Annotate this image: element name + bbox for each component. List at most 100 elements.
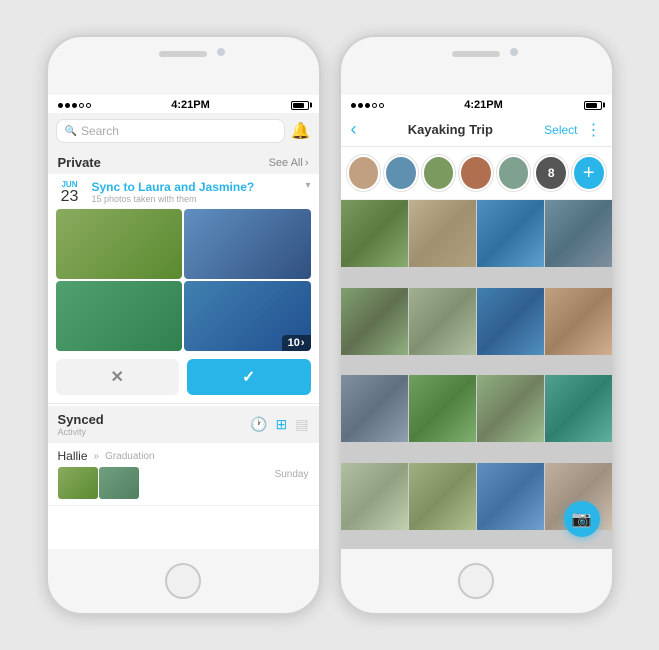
photo-cell-2-1[interactable] — [341, 200, 408, 267]
signal-dots-2 — [351, 103, 384, 108]
phone-2: 4:21PM ‹ Kayaking Trip Select ⋮ — [339, 35, 614, 615]
camera — [217, 48, 225, 56]
photo-cell-2-12[interactable] — [545, 375, 612, 442]
search-placeholder: Search — [81, 124, 119, 138]
photo-cell-2-13[interactable] — [341, 463, 408, 530]
nav-bar: ‹ Kayaking Trip Select ⋮ — [341, 113, 612, 147]
dot4b — [372, 103, 377, 108]
search-icon: 🔍 — [65, 126, 77, 137]
search-bar: 🔍 Search 🔔 — [48, 113, 319, 149]
notification-bell-icon[interactable]: 🔔 — [291, 121, 311, 141]
battery-fill — [293, 103, 305, 108]
activity-name: Hallie — [58, 449, 88, 463]
dot1b — [351, 103, 356, 108]
synced-icons: 🕐 ⊞ ▤ — [250, 416, 308, 433]
status-bar: 4:21PM — [48, 95, 319, 113]
photo-cell-2-6[interactable] — [409, 288, 476, 355]
more-button[interactable]: ⋮ — [586, 120, 602, 140]
activity-info: Hallie » Graduation — [58, 449, 275, 499]
see-all-button[interactable]: See All › — [269, 157, 309, 169]
private-section-header: Private See All › — [48, 149, 319, 174]
confirm-icon: ✓ — [242, 367, 255, 387]
dropdown-arrow-icon[interactable]: ▾ — [305, 180, 310, 191]
status-right-2 — [584, 101, 602, 110]
clock-icon[interactable]: 🕐 — [250, 416, 267, 433]
cancel-button[interactable]: ✕ — [56, 359, 180, 395]
phone-1-top — [48, 37, 319, 95]
photo-grid: 10 › — [48, 209, 319, 351]
photo-cell-3[interactable] — [56, 281, 183, 351]
dot5 — [86, 103, 91, 108]
activity-thumb-2 — [99, 467, 139, 499]
phone-2-top — [341, 37, 612, 95]
activity-thumb-1 — [58, 467, 98, 499]
camera-2 — [510, 48, 518, 56]
photo-cell-2-2[interactable] — [409, 200, 476, 267]
battery-icon — [291, 101, 309, 110]
signal-dots — [58, 103, 91, 108]
avatar-1[interactable] — [347, 155, 381, 191]
list-icon[interactable]: ▤ — [295, 416, 308, 433]
select-button[interactable]: Select — [544, 123, 577, 137]
phone-1-screen: 4:21PM 🔍 Search 🔔 Private Se — [48, 95, 319, 549]
status-right — [291, 101, 309, 110]
home-button-2[interactable] — [458, 563, 494, 599]
photo-cell-2-9[interactable] — [341, 375, 408, 442]
dot3 — [72, 103, 77, 108]
avatar-2[interactable] — [384, 155, 418, 191]
synced-section-header: Synced Activity 🕐 ⊞ ▤ — [48, 406, 319, 443]
photo-cell-2-4[interactable] — [545, 200, 612, 267]
photo-cell-2-5[interactable] — [341, 288, 408, 355]
photo-count: 10 — [288, 337, 300, 349]
grid-icon[interactable]: ⊞ — [276, 416, 288, 433]
add-person-button[interactable]: + — [572, 155, 606, 191]
photo-cell-2-10[interactable] — [409, 375, 476, 442]
phone-2-bottom — [341, 549, 612, 613]
status-time-2: 4:21PM — [464, 99, 503, 111]
camera-fab-icon: 📷 — [572, 509, 592, 529]
fab-button[interactable]: 📷 — [564, 501, 600, 537]
sync-card: JUN 23 Sync to Laura and Jasmine? 15 pho… — [48, 174, 319, 404]
card-title: Sync to Laura and Jasmine? — [92, 180, 298, 194]
chevron-right-small-icon: › — [301, 337, 305, 349]
cancel-icon: ✕ — [111, 367, 124, 387]
nav-title: Kayaking Trip — [357, 122, 545, 137]
photo-cell-2-14[interactable] — [409, 463, 476, 530]
synced-title: Synced — [58, 412, 243, 427]
home-button[interactable] — [165, 563, 201, 599]
dot3b — [365, 103, 370, 108]
phone-1: 4:21PM 🔍 Search 🔔 Private Se — [46, 35, 321, 615]
confirm-button[interactable]: ✓ — [187, 359, 311, 395]
activity-destination: Graduation — [105, 451, 154, 462]
dot1 — [58, 103, 63, 108]
photo-cell-1[interactable] — [56, 209, 183, 279]
photo-cell-4[interactable]: 10 › — [184, 281, 311, 351]
photo-cell-2-8[interactable] — [545, 288, 612, 355]
avatar-count-badge[interactable]: 8 — [534, 155, 568, 191]
activity-item[interactable]: Hallie » Graduation Sunday — [48, 443, 319, 506]
private-section-title: Private — [58, 155, 101, 170]
dot2 — [65, 103, 70, 108]
date-badge: JUN 23 — [56, 180, 84, 205]
dot5b — [379, 103, 384, 108]
activity-date: Sunday — [275, 469, 309, 480]
speaker-2 — [452, 51, 500, 57]
photo-cell-2-7[interactable] — [477, 288, 544, 355]
status-bar-2: 4:21PM — [341, 95, 612, 113]
activity-thumbs — [58, 467, 275, 499]
photo-count-overlay: 10 › — [282, 335, 311, 351]
search-input-wrap[interactable]: 🔍 Search — [56, 119, 285, 143]
status-time: 4:21PM — [171, 99, 210, 111]
photo-grid-container: 📷 — [341, 200, 612, 549]
photo-cell-2[interactable] — [184, 209, 311, 279]
speaker — [159, 51, 207, 57]
photo-grid-2 — [341, 200, 612, 549]
avatar-4[interactable] — [459, 155, 493, 191]
avatar-3[interactable] — [422, 155, 456, 191]
battery-icon-2 — [584, 101, 602, 110]
photo-cell-2-11[interactable] — [477, 375, 544, 442]
dot2b — [358, 103, 363, 108]
photo-cell-2-15[interactable] — [477, 463, 544, 530]
avatar-5[interactable] — [497, 155, 531, 191]
photo-cell-2-3[interactable] — [477, 200, 544, 267]
